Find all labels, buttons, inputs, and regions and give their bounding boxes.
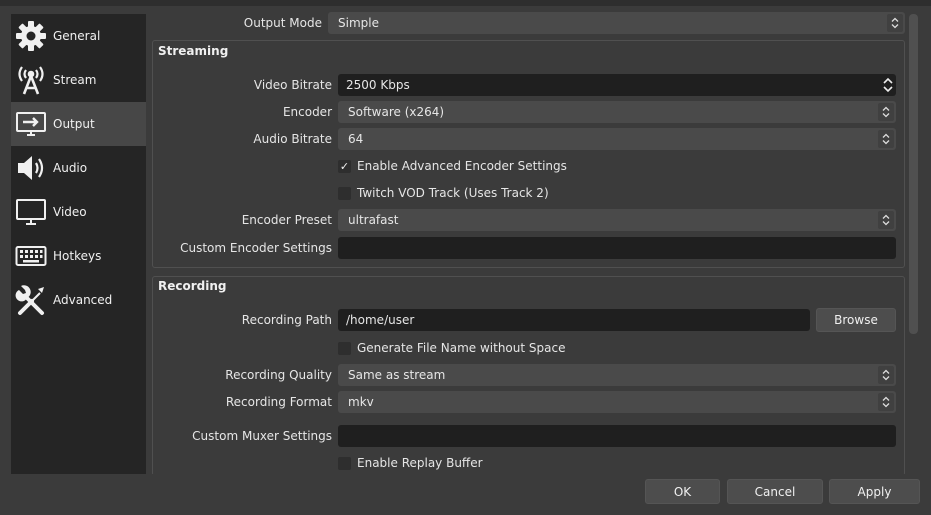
wrench-screwdriver-icon bbox=[14, 283, 48, 317]
checkbox-unchecked[interactable] bbox=[338, 341, 351, 355]
replay-buffer-checkbox[interactable]: Enable Replay Buffer bbox=[338, 453, 483, 473]
video-bitrate-label: Video Bitrate bbox=[253, 78, 332, 92]
encoder-label: Encoder bbox=[282, 105, 332, 119]
muxer-label: Custom Muxer Settings bbox=[192, 429, 332, 443]
encoder-select[interactable]: Software (x264) bbox=[338, 101, 896, 123]
no-space-label: Generate File Name without Space bbox=[357, 341, 566, 355]
encoder-preset-select[interactable]: ultrafast bbox=[338, 209, 896, 231]
gear-icon bbox=[14, 19, 48, 53]
ok-button[interactable]: OK bbox=[645, 479, 720, 504]
output-mode-select[interactable]: Simple bbox=[328, 12, 905, 34]
sidebar-item-label: General bbox=[53, 29, 101, 43]
no-space-checkbox[interactable]: Generate File Name without Space bbox=[338, 338, 565, 358]
apply-button[interactable]: Apply bbox=[829, 479, 920, 504]
recording-format-value: mkv bbox=[348, 395, 374, 409]
recording-quality-label: Recording Quality bbox=[225, 368, 332, 382]
advanced-encoder-checkbox[interactable]: ✓ Enable Advanced Encoder Settings bbox=[338, 156, 567, 176]
custom-encoder-label: Custom Encoder Settings bbox=[180, 241, 332, 255]
chevron-up-down-icon bbox=[878, 393, 894, 411]
browse-button[interactable]: Browse bbox=[816, 308, 896, 332]
audio-bitrate-select[interactable]: 64 bbox=[338, 128, 896, 150]
keyboard-icon bbox=[14, 239, 48, 273]
encoder-value: Software (x264) bbox=[348, 105, 445, 119]
chevron-up-down-icon bbox=[878, 366, 894, 384]
recording-title: Recording bbox=[158, 279, 227, 293]
sidebar-item-advanced[interactable]: Advanced bbox=[11, 278, 146, 322]
checkbox-unchecked[interactable] bbox=[338, 456, 351, 470]
streaming-title: Streaming bbox=[158, 44, 229, 58]
chevron-up-down-icon bbox=[887, 14, 903, 32]
spin-up-down-icon[interactable] bbox=[881, 75, 895, 95]
twitch-vod-checkbox[interactable]: Twitch VOD Track (Uses Track 2) bbox=[338, 183, 549, 203]
recording-format-select[interactable]: mkv bbox=[338, 391, 896, 413]
monitor-icon bbox=[14, 195, 48, 229]
sidebar-item-hotkeys[interactable]: Hotkeys bbox=[11, 234, 146, 278]
recording-quality-value: Same as stream bbox=[348, 368, 446, 382]
sidebar-item-label: Audio bbox=[53, 161, 88, 175]
replay-buffer-label: Enable Replay Buffer bbox=[357, 456, 483, 470]
encoder-preset-value: ultrafast bbox=[348, 213, 399, 227]
sidebar-item-label: Output bbox=[53, 117, 95, 131]
video-bitrate-spinbox[interactable]: 2500 Kbps bbox=[338, 74, 896, 96]
settings-sidebar: General Stream Output Audio Video Hotkey… bbox=[11, 14, 146, 474]
encoder-preset-label: Encoder Preset bbox=[241, 213, 332, 227]
sidebar-item-label: Hotkeys bbox=[53, 249, 102, 263]
sidebar-item-label: Video bbox=[53, 205, 87, 219]
sidebar-item-video[interactable]: Video bbox=[11, 190, 146, 234]
antenna-icon bbox=[14, 63, 48, 97]
checkbox-unchecked[interactable] bbox=[338, 186, 351, 200]
audio-bitrate-value: 64 bbox=[348, 132, 364, 146]
sidebar-item-stream[interactable]: Stream bbox=[11, 58, 146, 102]
sidebar-item-audio[interactable]: Audio bbox=[11, 146, 146, 190]
advanced-encoder-label: Enable Advanced Encoder Settings bbox=[357, 159, 567, 173]
muxer-input[interactable] bbox=[338, 425, 896, 447]
audio-bitrate-label: Audio Bitrate bbox=[253, 132, 332, 146]
recording-format-label: Recording Format bbox=[225, 395, 332, 409]
recording-path-input[interactable]: /home/user bbox=[338, 309, 810, 331]
chevron-up-down-icon bbox=[878, 103, 894, 121]
chevron-up-down-icon bbox=[878, 130, 894, 148]
output-mode-label: Output Mode bbox=[243, 16, 322, 30]
custom-encoder-input[interactable] bbox=[338, 237, 896, 259]
window-top-edge bbox=[0, 0, 931, 6]
vertical-scrollbar[interactable] bbox=[909, 14, 918, 334]
chevron-up-down-icon bbox=[878, 211, 894, 229]
recording-path-label: Recording Path bbox=[241, 313, 332, 327]
sidebar-bottom-space bbox=[11, 474, 146, 515]
cancel-button[interactable]: Cancel bbox=[727, 479, 823, 504]
monitor-arrow-icon bbox=[14, 107, 48, 141]
sidebar-item-label: Advanced bbox=[53, 293, 113, 307]
output-mode-value: Simple bbox=[338, 16, 379, 30]
video-bitrate-value: 2500 Kbps bbox=[346, 78, 410, 92]
sidebar-item-label: Stream bbox=[53, 73, 97, 87]
recording-quality-select[interactable]: Same as stream bbox=[338, 364, 896, 386]
speaker-icon bbox=[14, 151, 48, 185]
checkbox-checked[interactable]: ✓ bbox=[338, 159, 351, 173]
sidebar-item-general[interactable]: General bbox=[11, 14, 146, 58]
sidebar-item-output[interactable]: Output bbox=[11, 102, 146, 146]
twitch-vod-label: Twitch VOD Track (Uses Track 2) bbox=[357, 186, 549, 200]
